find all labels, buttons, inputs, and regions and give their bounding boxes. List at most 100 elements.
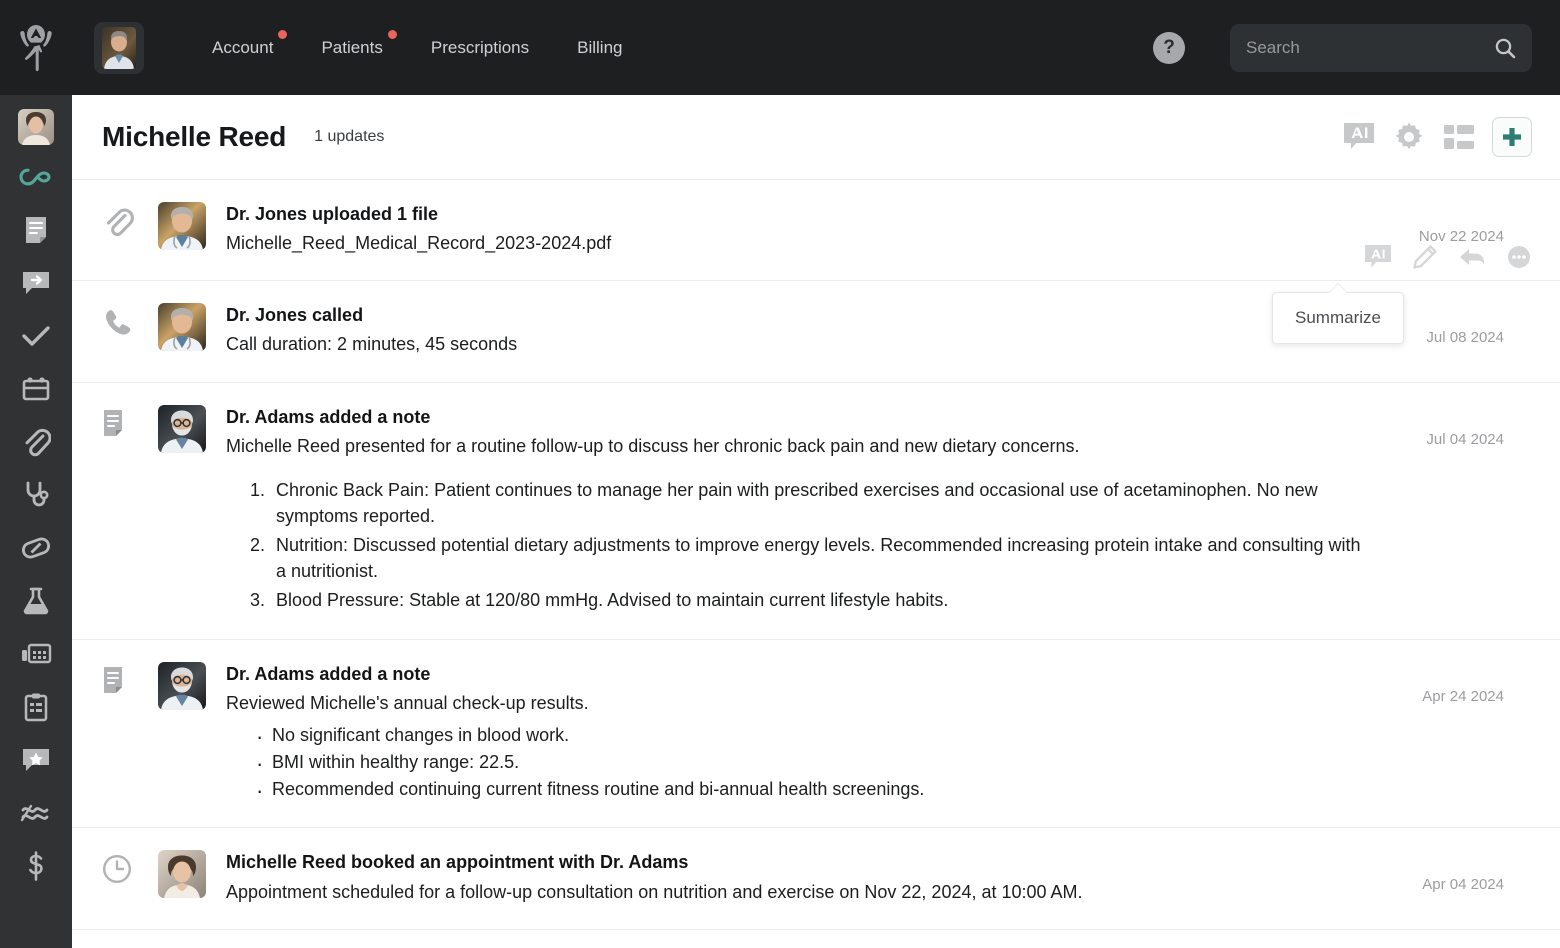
search-icon[interactable] bbox=[1494, 37, 1516, 59]
search-input[interactable] bbox=[1246, 37, 1494, 58]
entry-title: Michelle Reed booked an appointment with… bbox=[226, 852, 689, 873]
notification-dot-icon bbox=[387, 30, 397, 39]
stethoscope-icon bbox=[26, 481, 49, 507]
note-list-item: Nutrition: Discussed potential dietary a… bbox=[270, 532, 1362, 585]
pencil-icon[interactable] bbox=[1412, 244, 1438, 270]
paperclip-icon bbox=[106, 208, 134, 236]
sidebar-item-messages[interactable] bbox=[11, 258, 61, 308]
entry-type-icon-wrap bbox=[102, 850, 158, 904]
sidebar-item-notes[interactable] bbox=[11, 205, 61, 255]
sidebar-item-labs[interactable] bbox=[11, 576, 61, 626]
help-icon[interactable]: ? bbox=[1153, 31, 1185, 64]
entry-date: Apr 04 2024 bbox=[1422, 876, 1504, 894]
note-icon bbox=[104, 667, 122, 694]
sidebar-item-vitals[interactable] bbox=[11, 788, 61, 838]
nav-item-prescriptions[interactable]: Prescriptions bbox=[407, 0, 553, 95]
entry-meta: Nov 22 2024 bbox=[1365, 202, 1532, 269]
feed-entry-note-checkup[interactable]: Dr. Adams added a note Reviewed Michelle… bbox=[72, 640, 1560, 829]
left-sidebar bbox=[0, 95, 72, 948]
main-panel: Michelle Reed 1 updates Dr. Jones upload… bbox=[72, 95, 1560, 948]
sidebar-item-appointments[interactable] bbox=[11, 364, 61, 414]
nav-item-account[interactable]: Account bbox=[188, 0, 297, 95]
ai-summarize-icon[interactable] bbox=[1364, 244, 1392, 270]
sidebar-item-prescriptions[interactable] bbox=[11, 523, 61, 573]
paperclip-icon bbox=[25, 428, 51, 457]
clipboard-icon bbox=[24, 693, 48, 722]
nav-label: Patients bbox=[321, 37, 383, 57]
avatar-dr-jones bbox=[158, 303, 206, 352]
message-forward-icon bbox=[23, 272, 49, 294]
avatar-dr-jones bbox=[158, 202, 206, 250]
fax-icon bbox=[22, 643, 52, 664]
feed-entry-appointment[interactable]: Michelle Reed booked an appointment with… bbox=[72, 828, 1560, 930]
notification-dot-icon bbox=[278, 30, 288, 39]
reply-icon[interactable] bbox=[1458, 245, 1486, 269]
sidebar-item-billing[interactable] bbox=[11, 841, 61, 891]
entry-type-icon-wrap bbox=[102, 303, 158, 357]
entry-description: Appointment scheduled for a follow-up co… bbox=[226, 881, 1083, 902]
sidebar-item-files[interactable] bbox=[11, 417, 61, 467]
sidebar-item-exams[interactable] bbox=[11, 470, 61, 520]
entry-title: Dr. Adams added a note bbox=[226, 664, 431, 685]
entry-title: Dr. Jones called bbox=[226, 305, 364, 326]
nav-item-billing[interactable]: Billing bbox=[553, 0, 646, 95]
pill-icon bbox=[21, 537, 51, 559]
logo-container[interactable] bbox=[0, 22, 72, 74]
note-icon bbox=[26, 217, 46, 243]
entry-content: Dr. Adams added a note Michelle Reed pre… bbox=[226, 405, 1382, 616]
app-root: Account Patients Prescriptions Billing ? bbox=[0, 0, 1560, 948]
feed-entry-file-upload[interactable]: Dr. Jones uploaded 1 file Michelle_Reed_… bbox=[72, 180, 1560, 282]
sidebar-item-reviews[interactable] bbox=[11, 735, 61, 785]
gear-icon[interactable] bbox=[1392, 120, 1426, 154]
avatar-dr-adams bbox=[158, 404, 206, 453]
entry-meta: Jul 08 2024 bbox=[1382, 303, 1532, 357]
sidebar-item-timeline[interactable] bbox=[11, 152, 61, 202]
add-button[interactable] bbox=[1492, 117, 1532, 157]
clock-icon bbox=[102, 855, 132, 884]
note-list-item: Blood Pressure: Stable at 120/80 mmHg. A… bbox=[270, 587, 1362, 613]
entry-meta: Apr 24 2024 bbox=[1382, 662, 1532, 803]
entry-description: Michelle Reed presented for a routine fo… bbox=[226, 435, 1080, 456]
sidebar-item-forms[interactable] bbox=[11, 682, 61, 732]
layout-icon[interactable] bbox=[1442, 122, 1476, 152]
note-bullet-item: No significant changes in blood work. bbox=[256, 720, 1362, 753]
entry-date: Apr 24 2024 bbox=[1422, 688, 1504, 706]
user-avatar bbox=[102, 26, 136, 69]
infinity-icon bbox=[19, 168, 51, 186]
more-icon[interactable] bbox=[1506, 244, 1532, 270]
feed-entry-note-followup[interactable]: Dr. Adams added a note Michelle Reed pre… bbox=[72, 382, 1560, 641]
flask-icon bbox=[23, 587, 49, 615]
nav-label: Billing bbox=[577, 37, 623, 57]
summarize-tooltip: Summarize bbox=[1272, 283, 1404, 344]
sidebar-patient-avatar[interactable] bbox=[18, 109, 54, 145]
row-actions bbox=[1364, 244, 1532, 270]
check-icon bbox=[22, 326, 50, 346]
header-actions bbox=[1342, 117, 1532, 157]
plus-icon bbox=[1503, 128, 1521, 146]
nav-label: Prescriptions bbox=[430, 37, 530, 57]
vitals-icon bbox=[20, 804, 49, 822]
note-icon bbox=[104, 409, 122, 436]
note-list-item: Chronic Back Pain: Patient continues to … bbox=[270, 477, 1362, 530]
sidebar-item-tasks[interactable] bbox=[11, 311, 61, 361]
note-ordered-list: Chronic Back Pain: Patient continues to … bbox=[256, 477, 1362, 613]
nav-label: Account bbox=[212, 37, 274, 57]
entry-date: Nov 22 2024 bbox=[1418, 228, 1504, 245]
entry-title: Dr. Adams added a note bbox=[226, 406, 431, 427]
nav-item-patients[interactable]: Patients bbox=[297, 0, 406, 95]
topbar-right-group: ? bbox=[1153, 23, 1560, 72]
phone-icon bbox=[105, 310, 131, 335]
entry-description: Call duration: 2 minutes, 45 seconds bbox=[226, 334, 518, 355]
avatar-dr-adams bbox=[158, 662, 206, 711]
note-bullet-item: BMI within healthy range: 22.5. bbox=[256, 747, 1362, 780]
entry-title: Dr. Jones uploaded 1 file bbox=[226, 204, 439, 224]
sidebar-item-fax[interactable] bbox=[11, 629, 61, 679]
avatar-michelle-reed bbox=[158, 850, 206, 899]
entry-type-icon-wrap bbox=[102, 662, 158, 803]
note-bullet-item: Recommended continuing current fitness r… bbox=[256, 774, 1362, 807]
clinic-logo-icon bbox=[20, 24, 52, 71]
entry-content: Dr. Adams added a note Reviewed Michelle… bbox=[226, 662, 1382, 807]
ai-summarize-icon[interactable] bbox=[1342, 121, 1376, 153]
search-container[interactable] bbox=[1230, 23, 1532, 72]
user-profile-chip[interactable] bbox=[94, 21, 144, 74]
